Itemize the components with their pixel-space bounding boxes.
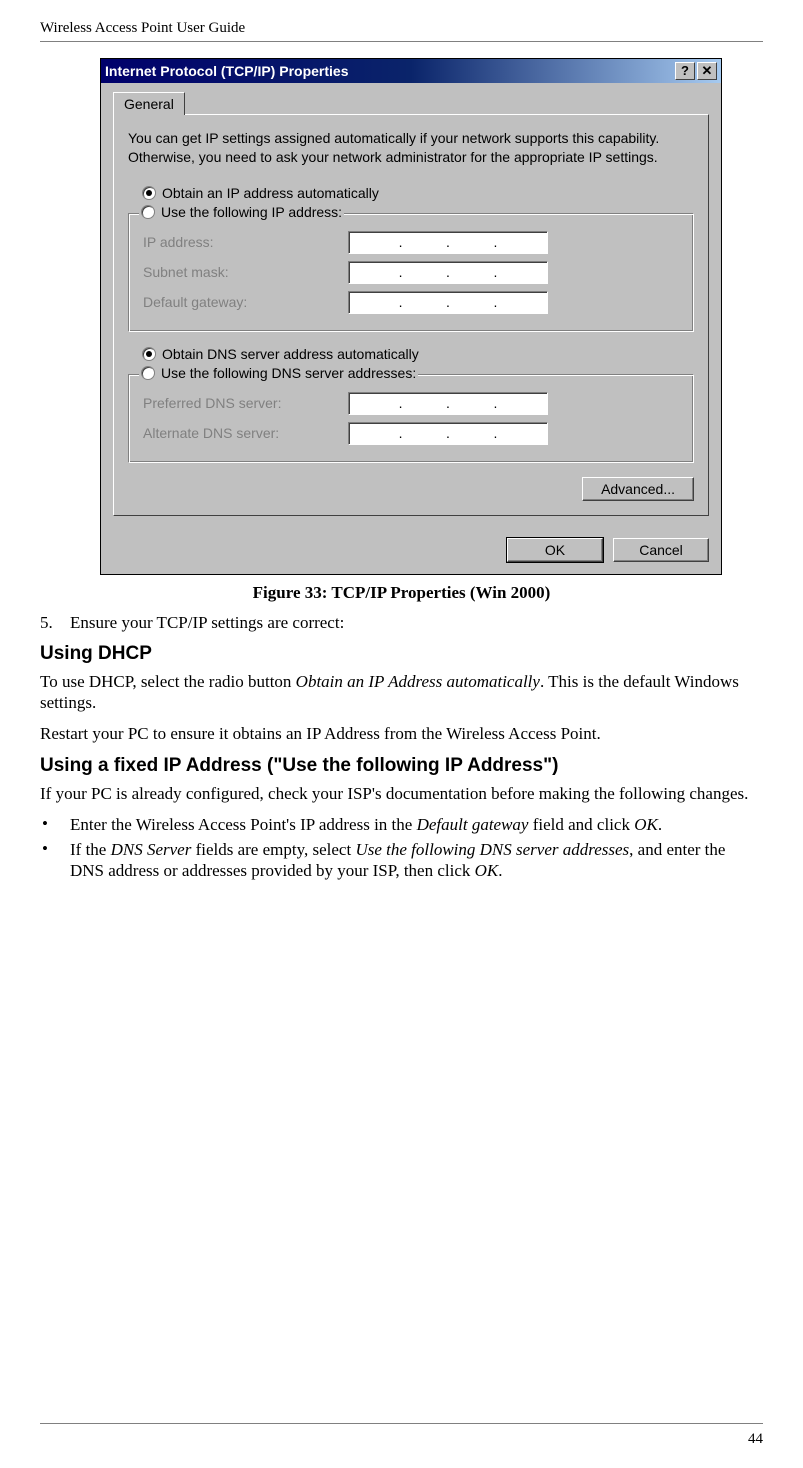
step-5: 5. Ensure your TCP/IP settings are corre…: [40, 613, 763, 633]
advanced-button[interactable]: Advanced...: [582, 477, 694, 501]
field-label: Default gateway:: [143, 294, 348, 310]
dialog-titlebar: Internet Protocol (TCP/IP) Properties ? …: [101, 59, 721, 83]
dns-groupbox: Use the following DNS server addresses: …: [128, 374, 694, 463]
bullet-text: If the DNS Server fields are empty, sele…: [70, 839, 763, 882]
step-text: Ensure your TCP/IP settings are correct:: [70, 613, 344, 633]
bullet-1: • Enter the Wireless Access Point's IP a…: [40, 814, 763, 835]
radio-ip-manual[interactable]: Use the following IP address:: [139, 204, 344, 220]
close-button[interactable]: ✕: [697, 62, 717, 80]
text-italic: Default gateway: [417, 815, 529, 834]
radio-icon: [142, 347, 156, 361]
figure-caption: Figure 33: TCP/IP Properties (Win 2000): [40, 583, 763, 603]
text: field and click: [528, 815, 634, 834]
radio-label: Use the following IP address:: [161, 204, 342, 220]
bullet-icon: •: [40, 814, 70, 835]
alt-dns-row: Alternate DNS server: ...: [143, 422, 679, 445]
field-label: Preferred DNS server:: [143, 395, 348, 411]
dhcp-para-2: Restart your PC to ensure it obtains an …: [40, 723, 763, 744]
bullet-2: • If the DNS Server fields are empty, se…: [40, 839, 763, 882]
subnet-row: Subnet mask: ...: [143, 261, 679, 284]
text: Enter the Wireless Access Point's IP add…: [70, 815, 417, 834]
ip-address-input[interactable]: ...: [348, 231, 548, 254]
radio-icon: [141, 366, 155, 380]
field-label: Subnet mask:: [143, 264, 348, 280]
gateway-input[interactable]: ...: [348, 291, 548, 314]
bullet-text: Enter the Wireless Access Point's IP add…: [70, 814, 763, 835]
field-label: IP address:: [143, 234, 348, 250]
footer-rule: [40, 1423, 763, 1424]
fixed-ip-intro: If your PC is already configured, check …: [40, 783, 763, 804]
dialog-info-text: You can get IP settings assigned automat…: [128, 129, 694, 167]
dialog-title: Internet Protocol (TCP/IP) Properties: [105, 63, 348, 79]
tab-panel: You can get IP settings assigned automat…: [113, 114, 709, 516]
cancel-button[interactable]: Cancel: [613, 538, 709, 562]
ip-address-row: IP address: ...: [143, 231, 679, 254]
step-number: 5.: [40, 613, 70, 633]
dialog-bottom-buttons: OK Cancel: [101, 528, 721, 574]
text: If the: [70, 840, 111, 859]
alt-dns-input[interactable]: ...: [348, 422, 548, 445]
text-italic: Obtain an IP Address automatically: [296, 672, 540, 691]
text-italic: OK: [475, 861, 499, 880]
heading-fixed-ip: Using a fixed IP Address ("Use the follo…: [40, 755, 763, 777]
tcpip-dialog: Internet Protocol (TCP/IP) Properties ? …: [100, 58, 722, 575]
help-button[interactable]: ?: [675, 62, 695, 80]
text-italic: DNS Server: [111, 840, 192, 859]
subnet-input[interactable]: ...: [348, 261, 548, 284]
dialog-body: General You can get IP settings assigned…: [101, 83, 721, 528]
pref-dns-row: Preferred DNS server: ...: [143, 392, 679, 415]
text-italic: OK: [634, 815, 658, 834]
radio-dns-auto[interactable]: Obtain DNS server address automatically: [142, 346, 694, 362]
text: fields are empty, select: [191, 840, 355, 859]
radio-dns-manual[interactable]: Use the following DNS server addresses:: [139, 365, 418, 381]
radio-ip-auto[interactable]: Obtain an IP address automatically: [142, 185, 694, 201]
text: To use DHCP, select the radio button: [40, 672, 296, 691]
heading-using-dhcp: Using DHCP: [40, 643, 763, 665]
ok-button[interactable]: OK: [507, 538, 603, 562]
field-label: Alternate DNS server:: [143, 425, 348, 441]
text-italic: Use the following DNS server addresses: [355, 840, 629, 859]
radio-icon: [142, 186, 156, 200]
dhcp-para-1: To use DHCP, select the radio button Obt…: [40, 671, 763, 714]
page-header: Wireless Access Point User Guide: [40, 20, 763, 37]
radio-label: Use the following DNS server addresses:: [161, 365, 416, 381]
radio-icon: [141, 205, 155, 219]
bullet-icon: •: [40, 839, 70, 882]
gateway-row: Default gateway: ...: [143, 291, 679, 314]
pref-dns-input[interactable]: ...: [348, 392, 548, 415]
radio-label: Obtain DNS server address automatically: [162, 346, 419, 362]
titlebar-buttons: ? ✕: [675, 62, 717, 80]
page-number: 44: [748, 1431, 763, 1448]
text: .: [658, 815, 662, 834]
advanced-row: Advanced...: [128, 477, 694, 501]
tab-general[interactable]: General: [113, 92, 185, 115]
text: .: [498, 861, 502, 880]
radio-label: Obtain an IP address automatically: [162, 185, 379, 201]
ip-groupbox: Use the following IP address: IP address…: [128, 213, 694, 332]
header-rule: [40, 41, 763, 42]
